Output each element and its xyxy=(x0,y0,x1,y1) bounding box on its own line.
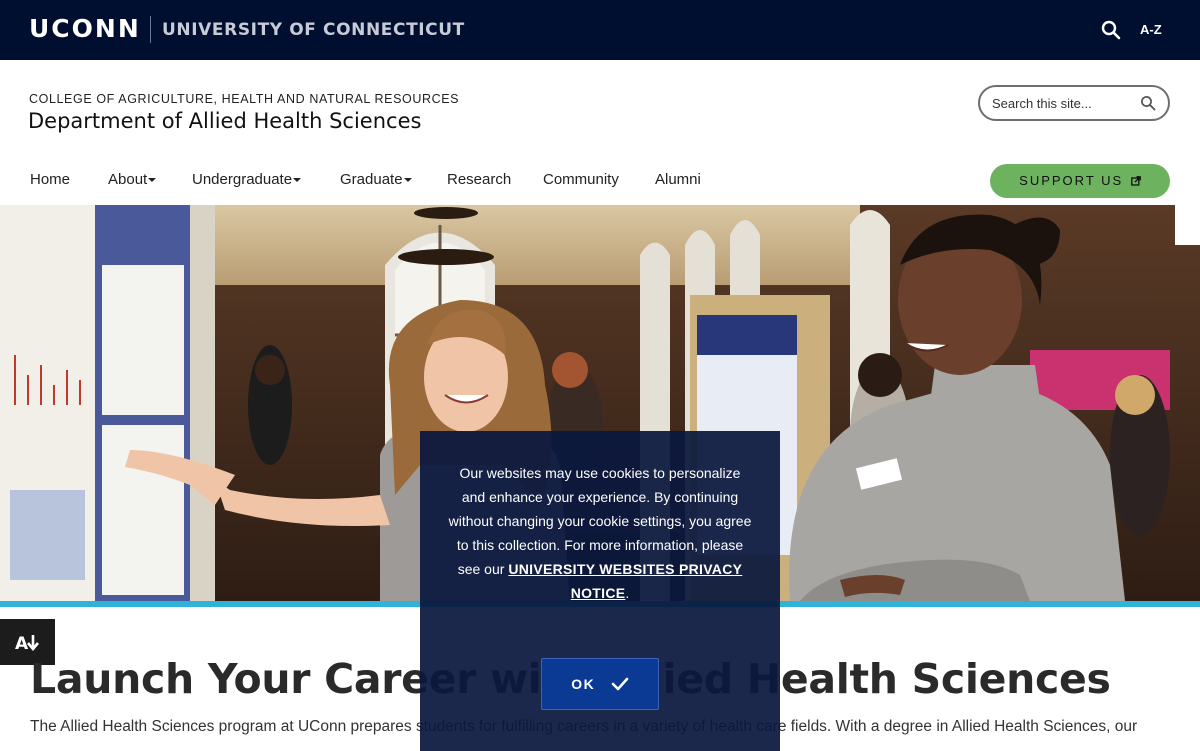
external-link-icon xyxy=(1130,176,1141,186)
university-search-button[interactable] xyxy=(1100,19,1122,41)
uconn-logo[interactable]: UCONN xyxy=(29,14,141,43)
svg-text:A: A xyxy=(15,634,29,654)
nav-item-home[interactable]: Home xyxy=(30,171,70,188)
search-icon xyxy=(1101,20,1121,40)
caret-down-icon xyxy=(293,178,302,183)
nav-item-about[interactable]: About xyxy=(108,171,157,188)
nav-item-graduate[interactable]: Graduate xyxy=(340,171,412,188)
cookie-ok-button[interactable]: OK xyxy=(541,658,659,710)
logo-divider xyxy=(150,16,151,43)
nav-item-label: About xyxy=(108,171,148,188)
nav-item-undergraduate[interactable]: Undergraduate xyxy=(192,171,302,188)
cookie-consent-dialog: Our websites may use cookies to personal… xyxy=(420,431,780,751)
nav-item-alumni[interactable]: Alumni xyxy=(655,171,701,188)
main-navigation: Home About Undergraduate Graduate Resear… xyxy=(0,165,900,195)
nav-item-label: Undergraduate xyxy=(192,171,293,188)
nav-item-label: Research xyxy=(447,171,512,188)
site-search-box xyxy=(978,85,1170,121)
site-search-icon[interactable] xyxy=(1140,95,1156,111)
caret-down-icon xyxy=(148,178,157,183)
ok-label: OK xyxy=(571,676,596,692)
cookie-message: Our websites may use cookies to personal… xyxy=(448,461,752,605)
nav-item-label: Graduate xyxy=(340,171,403,188)
nav-item-label: Alumni xyxy=(655,171,701,188)
nav-item-label: Home xyxy=(30,171,71,188)
department-name-link[interactable]: Department of Allied Health Sciences xyxy=(28,109,421,133)
check-icon xyxy=(611,677,628,691)
nav-item-community[interactable]: Community xyxy=(543,171,619,188)
nav-item-research[interactable]: Research xyxy=(447,171,511,188)
a-z-index-link[interactable]: A-Z xyxy=(1140,22,1162,37)
university-name[interactable]: UNIVERSITY OF CONNECTICUT xyxy=(162,20,465,40)
nav-item-label: Community xyxy=(543,171,619,188)
cookie-message-end: . xyxy=(625,585,630,601)
support-us-button[interactable]: SUPPORT US xyxy=(990,164,1170,198)
support-us-label: SUPPORT US xyxy=(1019,173,1124,188)
site-search-input[interactable] xyxy=(992,94,1132,112)
university-bar: UCONN UNIVERSITY OF CONNECTICUT A-Z xyxy=(0,0,1200,60)
college-name-link[interactable]: COLLEGE OF AGRICULTURE, HEALTH AND NATUR… xyxy=(29,92,459,106)
caret-down-icon xyxy=(403,178,412,183)
